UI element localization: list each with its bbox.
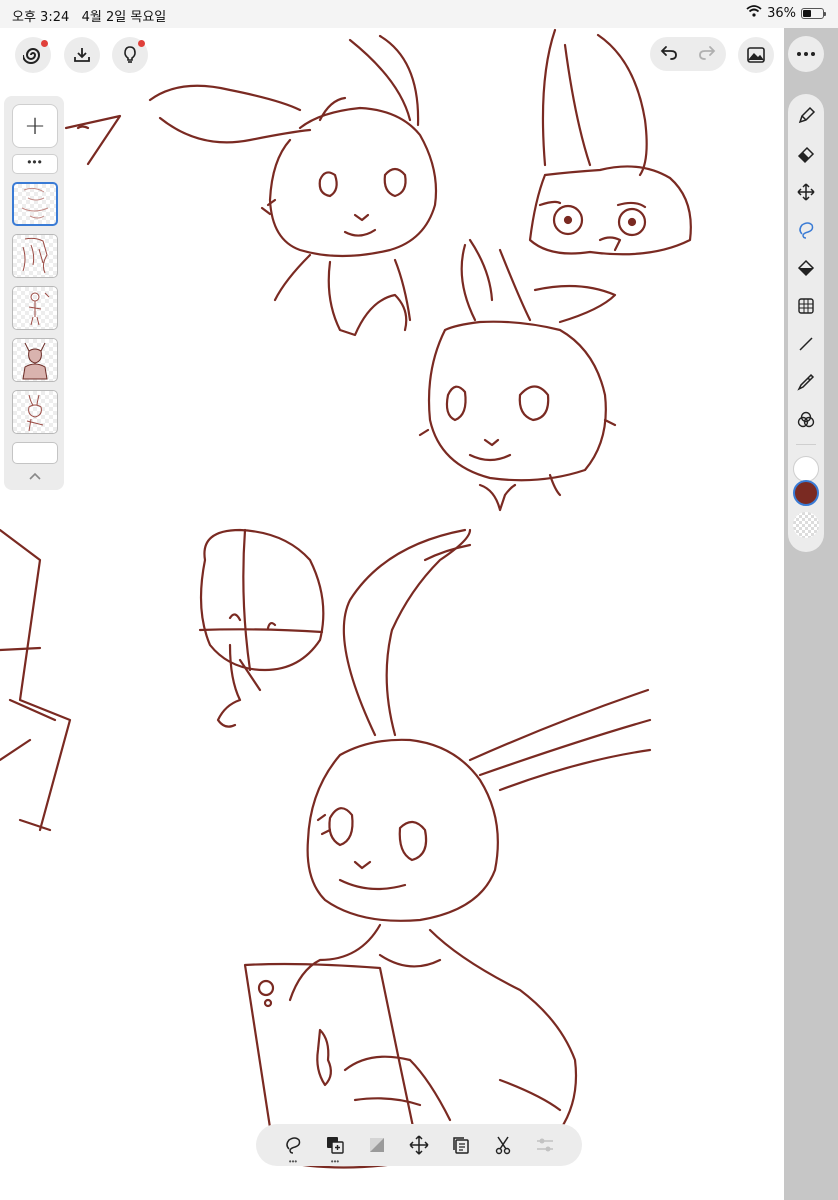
notification-dot	[41, 40, 48, 47]
layer-thumbnail-5[interactable]	[12, 390, 58, 434]
primary-color-swatch[interactable]	[793, 456, 819, 482]
add-layer-button[interactable]: +	[12, 104, 58, 148]
bottom-toolbar: ••• •••	[256, 1124, 582, 1166]
add-layer-more-dots: •••	[330, 1157, 340, 1166]
status-date: 4월 2일 목요일	[81, 10, 167, 25]
color-wheel-icon[interactable]	[792, 406, 820, 434]
status-bar: 오후 3:24 4월 2일 목요일 36%	[0, 0, 838, 28]
transparency-icon[interactable]	[364, 1132, 390, 1158]
sketch-artwork	[0, 28, 692, 1169]
grid-icon[interactable]	[792, 292, 820, 320]
undo-redo-group	[650, 37, 726, 71]
download-tray-icon[interactable]	[64, 37, 100, 73]
eraser-icon[interactable]	[792, 140, 820, 168]
transform-icon[interactable]	[406, 1132, 432, 1158]
gallery-icon[interactable]	[738, 37, 774, 73]
lasso-icon[interactable]	[792, 216, 820, 244]
status-time: 오후 3:24 4월 2일 목요일	[12, 6, 166, 25]
secondary-color-swatch[interactable]	[793, 480, 819, 506]
drawing-canvas[interactable]	[0, 28, 784, 1200]
eyedropper-icon[interactable]	[792, 368, 820, 396]
wifi-icon	[746, 5, 762, 21]
line-icon[interactable]	[792, 330, 820, 358]
layer-thumbnail-4[interactable]	[12, 338, 58, 382]
layer-thumbnail-1[interactable]	[12, 182, 58, 226]
lightbulb-icon[interactable]	[112, 37, 148, 73]
battery-icon	[801, 7, 826, 19]
opacity-swatch[interactable]	[793, 512, 819, 538]
notification-dot	[138, 40, 145, 47]
status-right: 36%	[746, 5, 826, 21]
adjust-icon[interactable]	[532, 1132, 558, 1158]
undo-icon[interactable]	[659, 42, 679, 67]
layers-panel: + •••	[4, 96, 64, 490]
move-icon[interactable]	[792, 178, 820, 206]
tool-divider	[796, 444, 816, 445]
more-icon[interactable]	[788, 36, 824, 72]
cut-icon[interactable]	[490, 1132, 516, 1158]
fill-icon[interactable]	[792, 254, 820, 282]
layer-options-button[interactable]: •••	[12, 154, 58, 174]
redo-icon[interactable]	[697, 42, 717, 67]
background-layer[interactable]	[12, 442, 58, 464]
pencil-icon[interactable]	[792, 102, 820, 130]
lasso-more-dots: •••	[288, 1157, 298, 1166]
add-layer-icon[interactable]	[322, 1132, 348, 1158]
tool-column	[788, 94, 824, 552]
lasso-select-icon[interactable]	[280, 1132, 306, 1158]
battery-fill	[803, 9, 811, 17]
plus-icon: +	[24, 111, 46, 141]
spiral-logo-icon[interactable]	[15, 37, 51, 73]
duplicate-icon[interactable]	[448, 1132, 474, 1158]
battery-percent: 36%	[767, 5, 796, 21]
status-clock: 오후 3:24	[12, 10, 70, 25]
layer-thumbnail-2[interactable]	[12, 234, 58, 278]
layer-thumbnail-3[interactable]	[12, 286, 58, 330]
chevron-up-icon[interactable]	[26, 470, 44, 484]
